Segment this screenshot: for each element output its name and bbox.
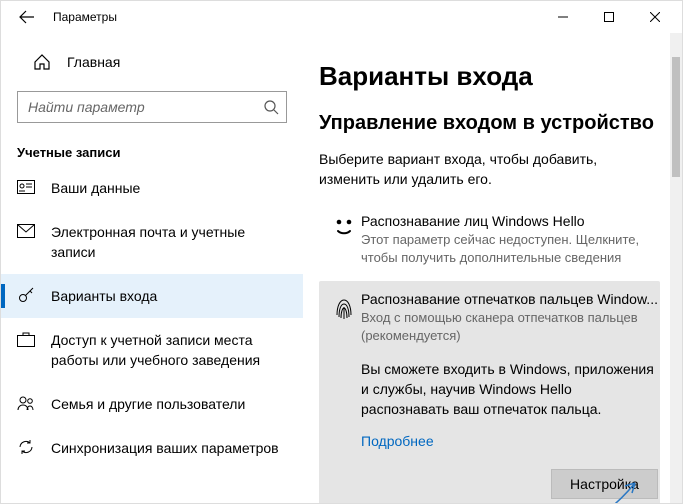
maximize-icon bbox=[604, 12, 614, 22]
minimize-icon bbox=[558, 12, 568, 22]
home-label: Главная bbox=[67, 54, 120, 70]
minimize-button[interactable] bbox=[540, 1, 586, 33]
scrollbar[interactable] bbox=[670, 33, 682, 503]
nav-family[interactable]: Семья и другие пользователи bbox=[1, 382, 303, 426]
option-title: Распознавание лиц Windows Hello bbox=[361, 213, 652, 229]
nav-signin-options[interactable]: Варианты входа bbox=[1, 274, 303, 318]
close-icon bbox=[650, 12, 660, 22]
nav-work-school[interactable]: Доступ к учетной записи места работы или… bbox=[1, 318, 303, 382]
option-title: Распознавание отпечатков пальцев Window.… bbox=[361, 291, 658, 307]
nav-label: Семья и другие пользователи bbox=[51, 394, 245, 414]
mail-icon bbox=[17, 222, 35, 240]
nav-label: Ваши данные bbox=[51, 178, 140, 198]
option-extra-text: Вы сможете входить в Windows, приложения… bbox=[361, 359, 658, 419]
option-subtitle: Этот параметр сейчас недоступен. Щелкнит… bbox=[361, 231, 652, 267]
window-title: Параметры bbox=[53, 10, 117, 24]
close-button[interactable] bbox=[632, 1, 678, 33]
category-header: Учетные записи bbox=[17, 145, 287, 160]
home-button[interactable]: Главная bbox=[1, 45, 303, 79]
nav-label: Доступ к учетной записи места работы или… bbox=[51, 330, 287, 370]
maximize-button[interactable] bbox=[586, 1, 632, 33]
option-face[interactable]: Распознавание лиц Windows Hello Этот пар… bbox=[319, 203, 660, 277]
nav-pane: Главная Учетные записи Ваши данные Элект… bbox=[1, 33, 303, 503]
people-icon bbox=[17, 394, 35, 412]
home-icon bbox=[33, 53, 51, 71]
face-icon bbox=[327, 213, 361, 267]
id-card-icon bbox=[17, 178, 35, 196]
page-subheading: Управление входом в устройство bbox=[319, 112, 660, 135]
back-button[interactable] bbox=[9, 1, 45, 33]
nav-sync[interactable]: Синхронизация ваших параметров bbox=[1, 426, 303, 470]
nav-email-accounts[interactable]: Электронная почта и учетные записи bbox=[1, 210, 303, 274]
nav-label: Варианты входа bbox=[51, 286, 157, 306]
option-fingerprint[interactable]: Распознавание отпечатков пальцев Window.… bbox=[319, 281, 660, 503]
option-subtitle: Вход с помощью сканера отпечатков пальце… bbox=[361, 309, 658, 345]
key-icon bbox=[17, 286, 35, 304]
learn-more-link[interactable]: Подробнее bbox=[361, 433, 434, 449]
search-input[interactable] bbox=[17, 91, 287, 123]
page-title: Варианты входа bbox=[319, 61, 660, 92]
page-description: Выберите вариант входа, чтобы добавить, … bbox=[319, 149, 660, 189]
nav-your-info[interactable]: Ваши данные bbox=[1, 166, 303, 210]
sync-icon bbox=[17, 438, 35, 456]
nav-label: Синхронизация ваших параметров bbox=[51, 438, 279, 458]
fingerprint-icon bbox=[327, 291, 361, 499]
briefcase-icon bbox=[17, 330, 35, 348]
setup-button[interactable]: Настройка bbox=[551, 469, 658, 499]
main-pane: Варианты входа Управление входом в устро… bbox=[303, 33, 682, 503]
back-arrow-icon bbox=[19, 9, 35, 25]
nav-label: Электронная почта и учетные записи bbox=[51, 222, 287, 262]
